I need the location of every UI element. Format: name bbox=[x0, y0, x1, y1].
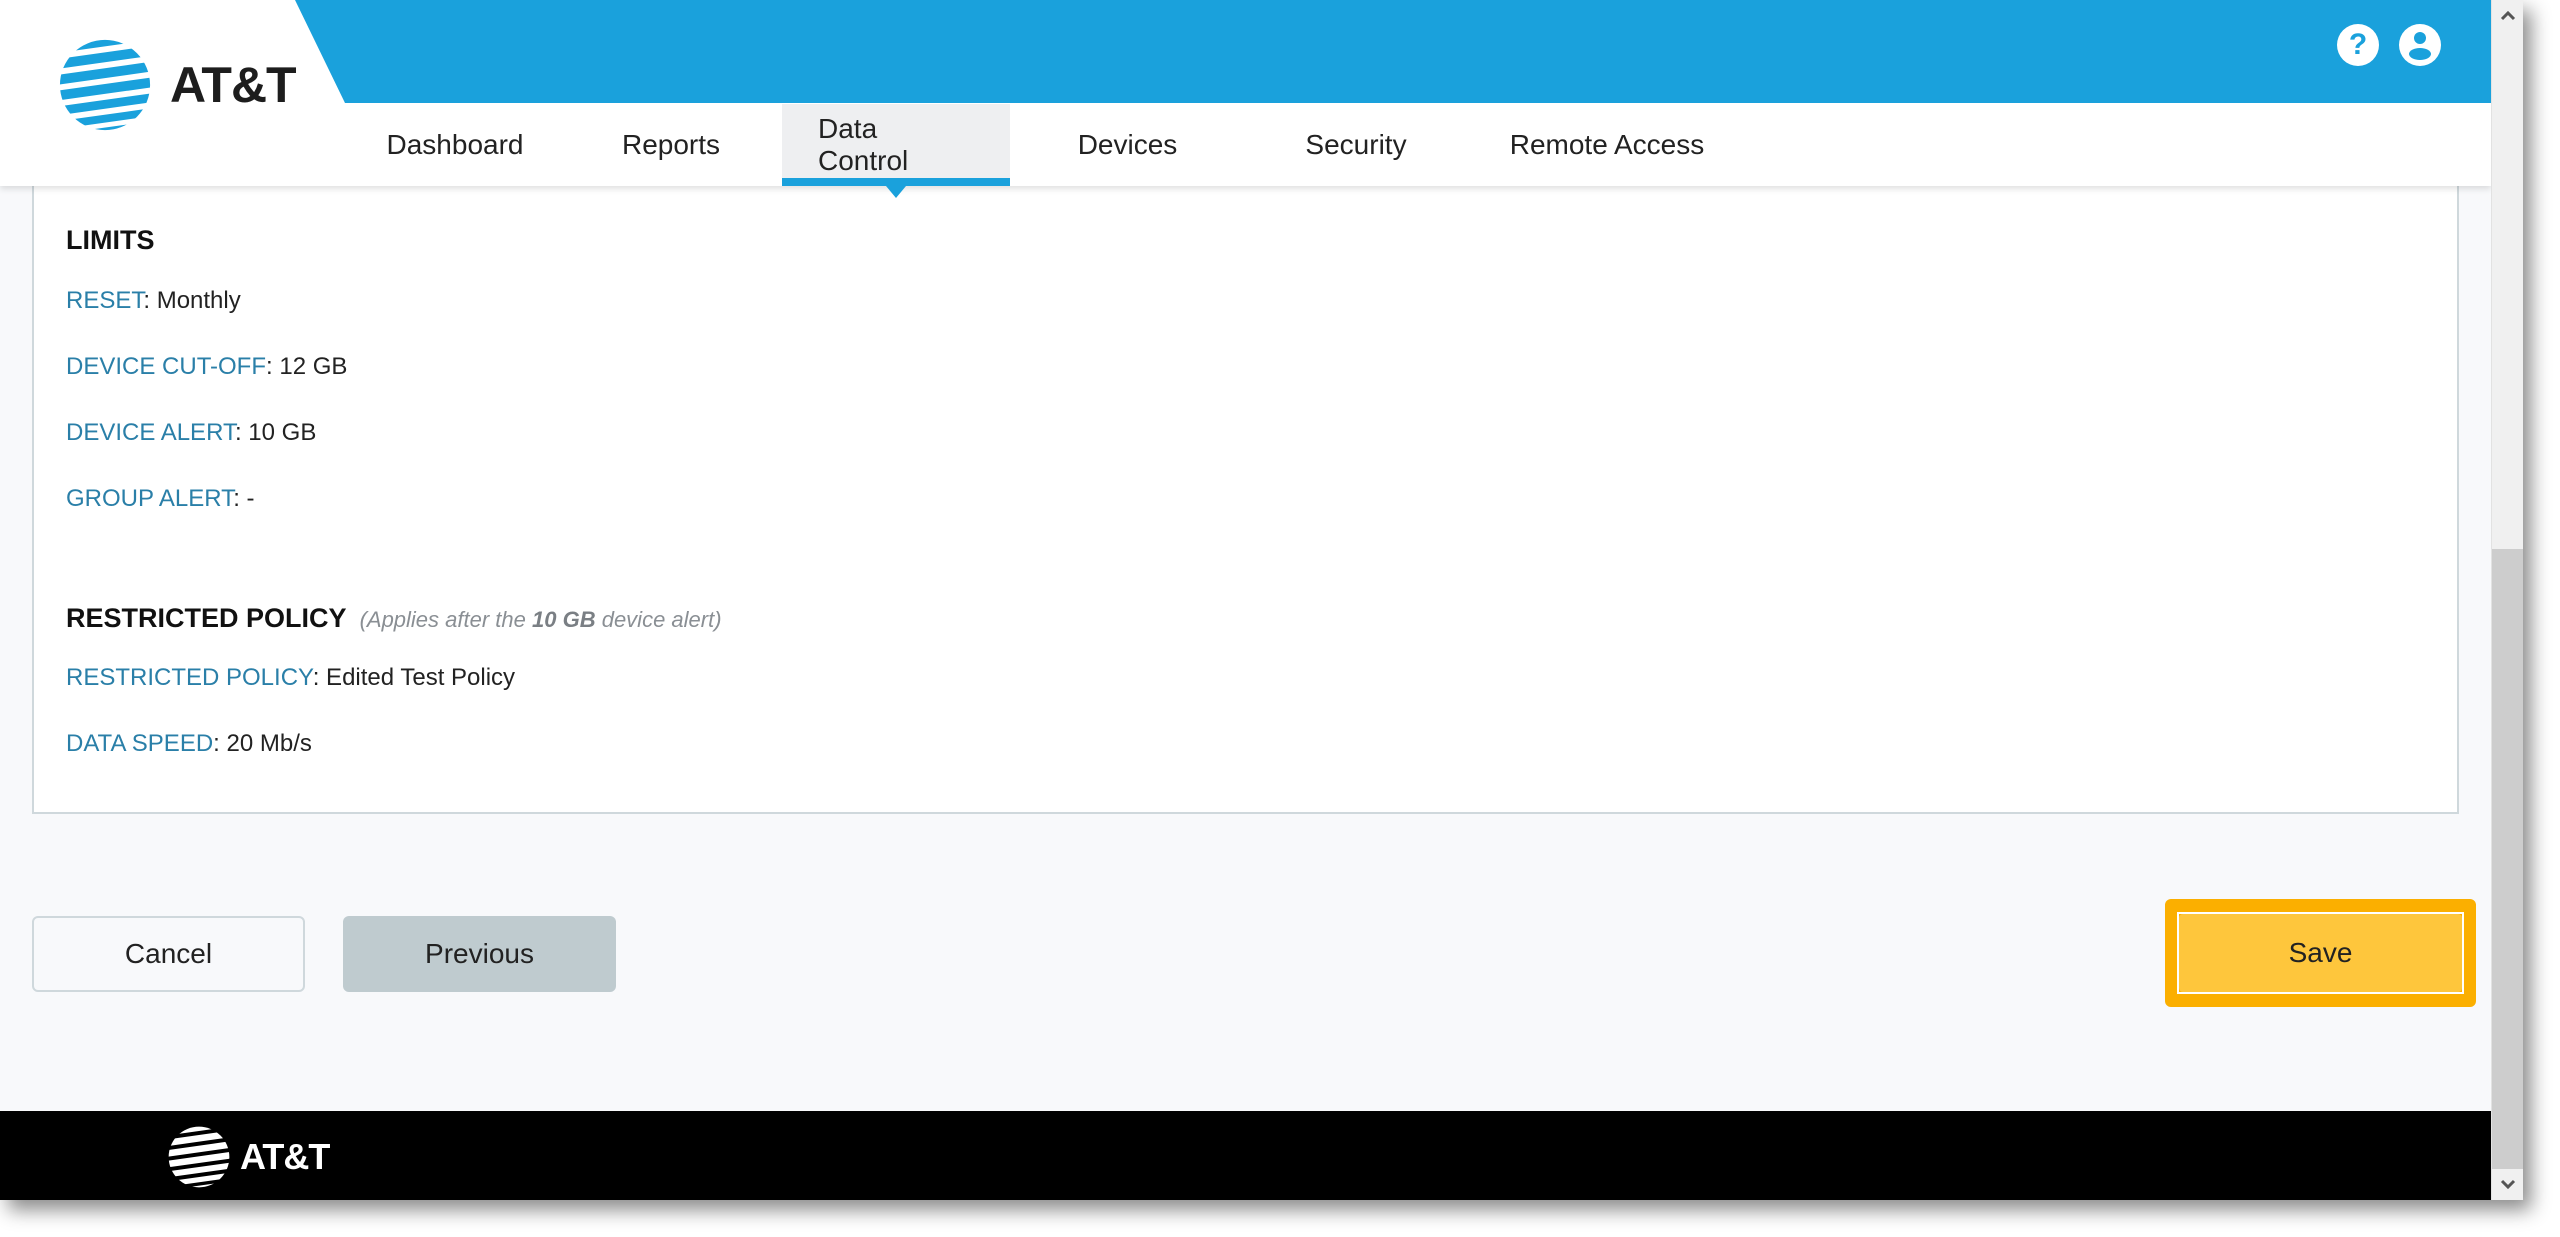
site-header: AT&T ? Dashboard Reports Data Control De… bbox=[0, 0, 2491, 198]
restricted-policy-title: RESTRICTED POLICY (Applies after the 10 … bbox=[66, 603, 722, 634]
restricted-policy-note: (Applies after the 10 GB device alert) bbox=[360, 607, 722, 632]
previous-button[interactable]: Previous bbox=[343, 916, 616, 992]
note-prefix: (Applies after the bbox=[359, 607, 532, 632]
row-value: : 12 GB bbox=[266, 353, 348, 380]
main-nav: Dashboard Reports Data Control Devices S… bbox=[350, 104, 1747, 198]
row-value: : Monthly bbox=[143, 287, 241, 314]
site-footer: AT&T bbox=[0, 1111, 2491, 1200]
tab-security[interactable]: Security bbox=[1245, 104, 1467, 186]
header-icons: ? bbox=[2337, 24, 2441, 66]
note-alert-value: 10 GB bbox=[532, 607, 596, 632]
limits-title: LIMITS bbox=[66, 225, 155, 255]
att-globe-icon bbox=[168, 1126, 230, 1188]
user-account-icon[interactable] bbox=[2399, 24, 2441, 66]
row-label: RESTRICTED POLICY bbox=[66, 664, 313, 691]
policy-row-data-speed: DATA SPEED: 20 Mb/s bbox=[66, 730, 312, 758]
policy-row-restricted-policy: RESTRICTED POLICY: Edited Test Policy bbox=[66, 664, 515, 692]
browser-window: AT&T ? Dashboard Reports Data Control De… bbox=[0, 0, 2523, 1200]
logo-wordmark: AT&T bbox=[170, 57, 297, 113]
tab-devices[interactable]: Devices bbox=[1010, 104, 1245, 186]
save-button-highlight: Save bbox=[2165, 899, 2476, 1007]
att-globe-icon bbox=[59, 39, 151, 131]
page-viewport: AT&T ? Dashboard Reports Data Control De… bbox=[0, 0, 2491, 1200]
save-button[interactable]: Save bbox=[2179, 914, 2462, 992]
user-glyph bbox=[2409, 32, 2431, 60]
row-label: GROUP ALERT bbox=[66, 485, 234, 512]
row-label: RESET bbox=[66, 287, 144, 314]
cancel-button[interactable]: Cancel bbox=[32, 916, 305, 992]
tab-data-control[interactable]: Data Control bbox=[782, 104, 1010, 198]
footer-wordmark: AT&T bbox=[240, 1136, 330, 1177]
restricted-policy-heading: RESTRICTED POLICY bbox=[66, 603, 347, 633]
row-label: DEVICE CUT-OFF bbox=[66, 353, 267, 380]
row-label: DEVICE ALERT bbox=[66, 419, 235, 446]
help-icon[interactable]: ? bbox=[2337, 24, 2379, 66]
row-value: : 20 Mb/s bbox=[213, 730, 312, 757]
row-value: : 10 GB bbox=[234, 419, 317, 446]
tab-remote-access[interactable]: Remote Access bbox=[1467, 104, 1747, 186]
limit-row-reset: RESET: Monthly bbox=[66, 287, 241, 315]
header-blue-band bbox=[295, 0, 2491, 103]
row-value: : Edited Test Policy bbox=[312, 664, 516, 691]
scroll-up-arrow-icon[interactable] bbox=[2492, 0, 2523, 32]
limit-row-group-alert: GROUP ALERT: - bbox=[66, 485, 255, 513]
tab-reports[interactable]: Reports bbox=[560, 104, 782, 186]
att-logo[interactable]: AT&T bbox=[56, 36, 297, 134]
note-suffix: device alert) bbox=[595, 607, 722, 632]
limit-row-device-alert: DEVICE ALERT: 10 GB bbox=[66, 419, 316, 447]
row-label: DATA SPEED bbox=[66, 730, 214, 757]
footer-att-logo[interactable]: AT&T bbox=[166, 1124, 330, 1190]
tab-dashboard[interactable]: Dashboard bbox=[350, 104, 560, 186]
save-button-focus-ring: Save bbox=[2177, 912, 2464, 994]
row-value: : - bbox=[233, 485, 255, 512]
scrollbar-thumb[interactable] bbox=[2492, 549, 2523, 1169]
limit-row-device-cutoff: DEVICE CUT-OFF: 12 GB bbox=[66, 353, 347, 381]
scroll-down-arrow-icon[interactable] bbox=[2492, 1168, 2523, 1200]
vertical-scrollbar[interactable] bbox=[2491, 0, 2523, 1200]
summary-card: LIMITS RESET: Monthly DEVICE CUT-OFF: 12… bbox=[32, 186, 2459, 814]
